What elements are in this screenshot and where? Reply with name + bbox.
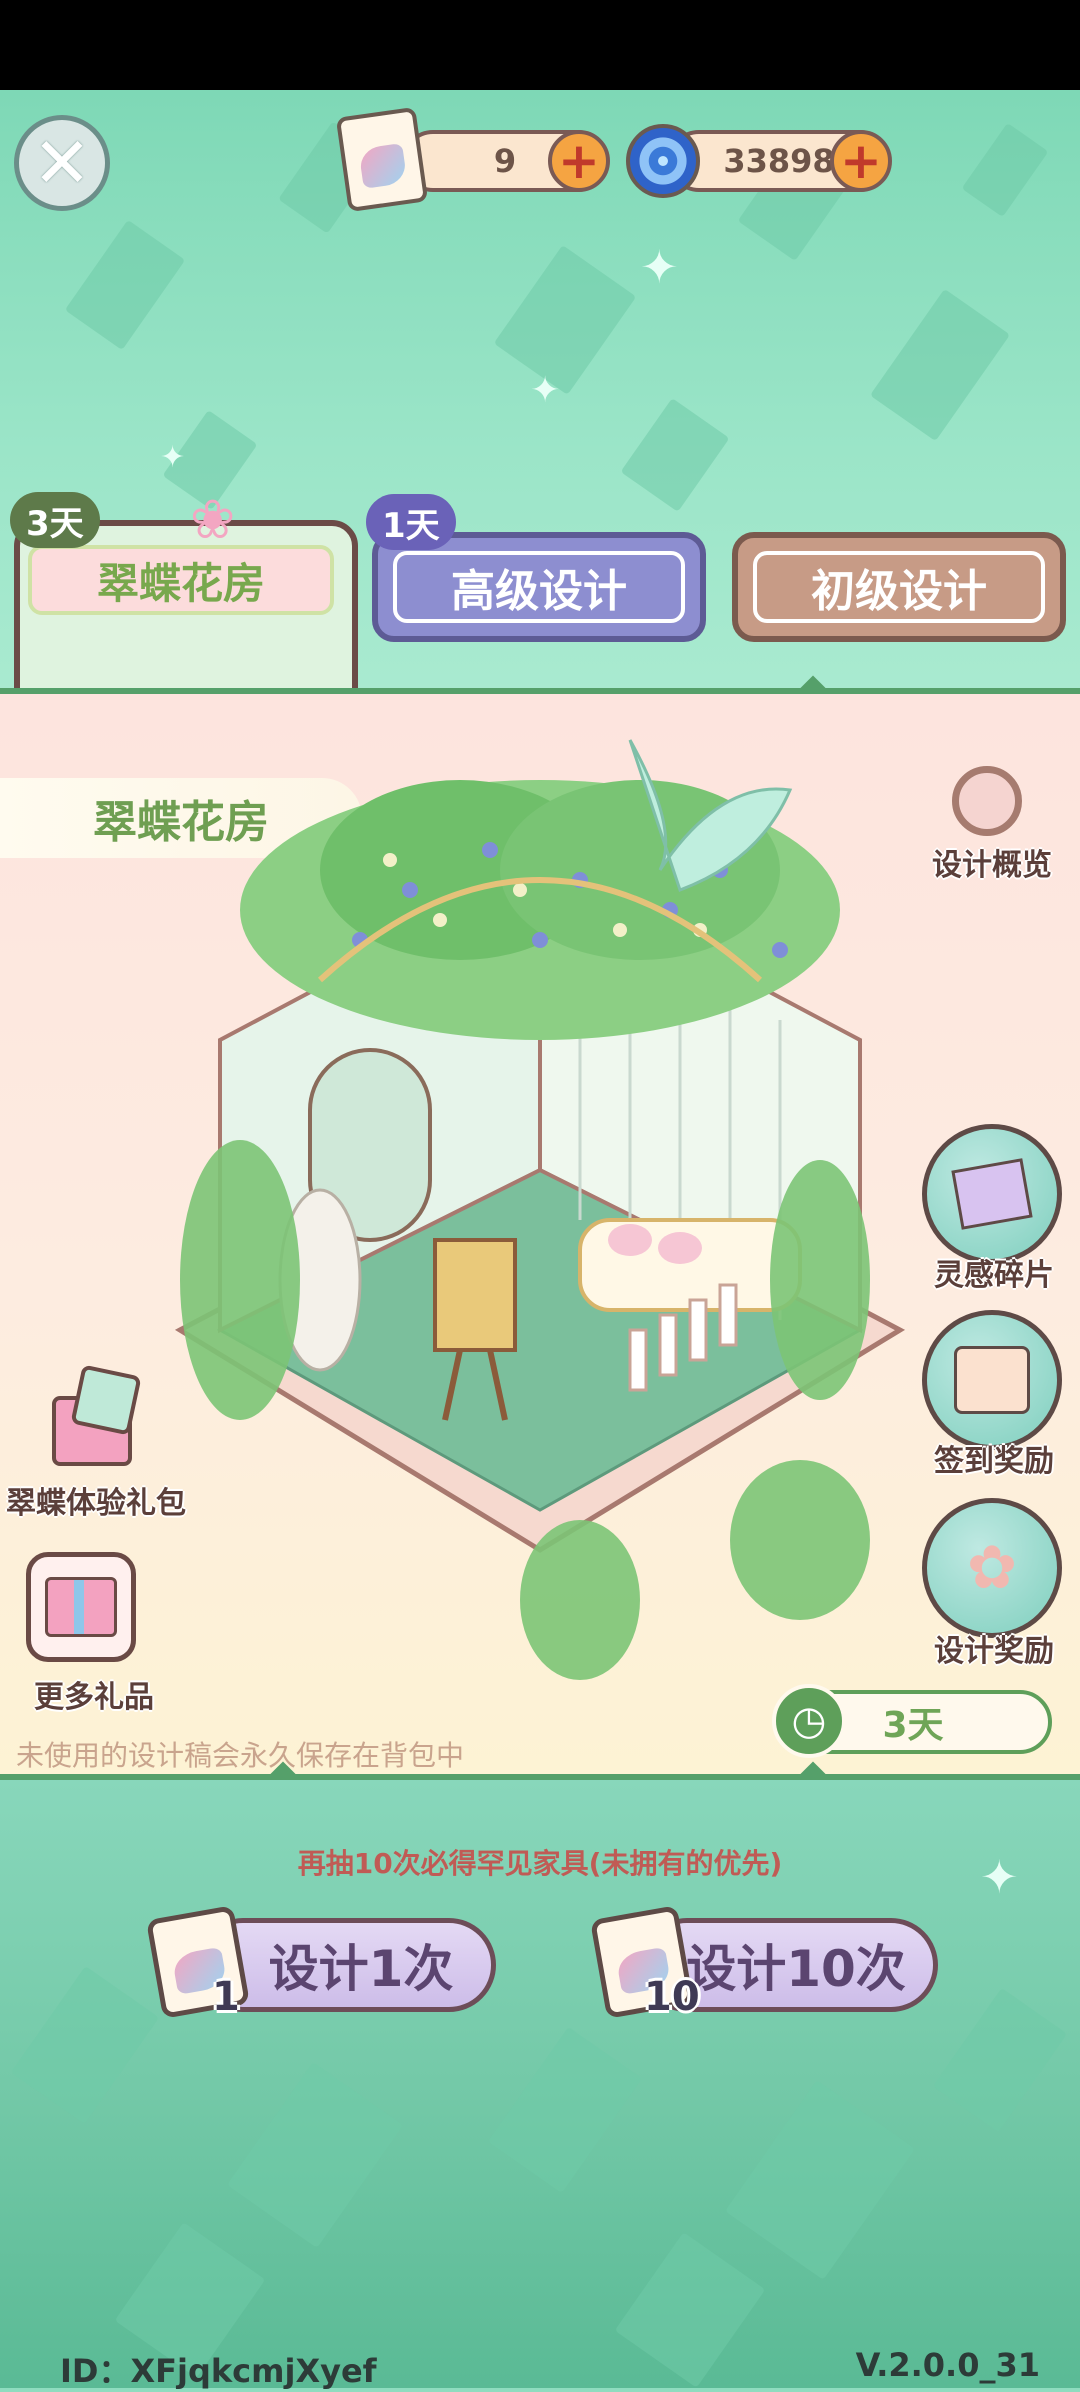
draw-ten-label: 设计10次 bbox=[686, 1940, 906, 1998]
design-reward-label: 设计奖励 bbox=[934, 1634, 1054, 1669]
version-text: V.2.0.0_31 bbox=[855, 2346, 1040, 2384]
more-gifts-button[interactable] bbox=[26, 1552, 136, 1662]
checkin-button[interactable] bbox=[922, 1310, 1062, 1450]
tab-label: 翠蝶花房 bbox=[28, 545, 334, 615]
butterfly-icon: ❀ bbox=[190, 488, 236, 551]
tab-basic-design[interactable]: 初级设计 bbox=[732, 532, 1066, 642]
design-reward-button[interactable]: ✿ bbox=[922, 1498, 1062, 1638]
player-id: ID：XFjqkcmjXyef bbox=[60, 2352, 377, 2390]
tab-day-badge: 1天 bbox=[366, 494, 456, 550]
tab-label: 高级设计 bbox=[450, 565, 627, 617]
inspiration-button[interactable] bbox=[922, 1124, 1062, 1264]
gift-box-icon bbox=[45, 1577, 117, 1637]
add-ticket-button[interactable]: + bbox=[548, 130, 610, 192]
more-gifts-label: 更多礼品 bbox=[34, 1680, 154, 1715]
tab-day-badge: 3天 bbox=[10, 492, 100, 548]
checkin-label: 签到奖励 bbox=[934, 1444, 1054, 1479]
draw-ten-cost: 10 bbox=[644, 1974, 700, 2020]
ticket-count: 9 bbox=[493, 142, 517, 180]
sparkle-icon: ✦ bbox=[640, 240, 679, 294]
draw-once-label: 设计1次 bbox=[268, 1940, 454, 1998]
flower-bouquet-icon: ✿ bbox=[966, 1533, 1018, 1603]
trial-pack-label: 翠蝶体验礼包 bbox=[6, 1486, 186, 1521]
gem-count: 33898 bbox=[723, 142, 835, 180]
status-bar bbox=[0, 0, 1080, 90]
close-icon: ✕ bbox=[32, 122, 92, 204]
swirl-currency-icon bbox=[626, 124, 700, 198]
overview-label: 设计概览 bbox=[932, 848, 1052, 883]
pity-notice: 再抽10次必得罕见家具(未拥有的优先) bbox=[297, 1847, 783, 1880]
add-gem-button[interactable]: + bbox=[830, 130, 892, 192]
sparkle-icon: ✦ bbox=[160, 440, 186, 475]
calendar-icon bbox=[954, 1346, 1030, 1414]
sparkle-icon: ✦ bbox=[530, 370, 561, 411]
map-fragment-icon bbox=[951, 1158, 1033, 1230]
draw-once-cost: 1 bbox=[212, 1974, 240, 2020]
inspiration-label: 灵感碎片 bbox=[934, 1258, 1054, 1293]
clock-icon: ◷ bbox=[772, 1684, 846, 1758]
timer-text: 3天 bbox=[882, 1705, 944, 1746]
storage-note: 未使用的设计稿会永久保存在背包中 bbox=[16, 1739, 465, 1772]
close-button[interactable]: ✕ bbox=[14, 115, 110, 211]
greenhouse-illustration bbox=[174, 739, 906, 1680]
trial-pack-icon[interactable] bbox=[52, 1364, 142, 1470]
design-ticket-icon bbox=[335, 106, 429, 213]
overview-magnifier-icon[interactable] bbox=[952, 766, 1022, 836]
tab-label: 初级设计 bbox=[810, 565, 987, 617]
